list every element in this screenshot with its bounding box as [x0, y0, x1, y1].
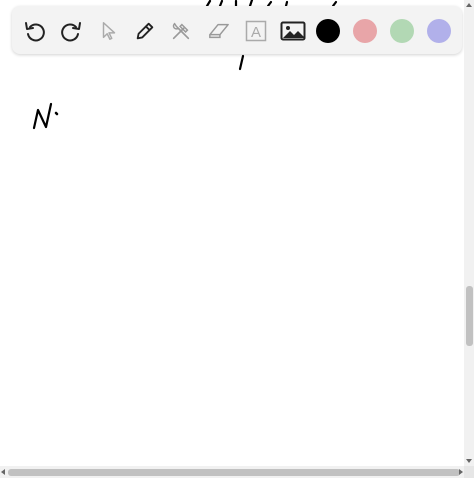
scroll-up-arrow-icon[interactable]: [466, 3, 472, 7]
scroll-right-arrow-icon[interactable]: [459, 469, 463, 475]
scroll-down-arrow-icon[interactable]: [466, 459, 472, 463]
color-blue-swatch[interactable]: [427, 19, 451, 43]
tools-button[interactable]: [168, 18, 194, 44]
horizontal-scrollbar[interactable]: [0, 466, 464, 478]
select-tool-button[interactable]: [96, 18, 122, 44]
tools-icon: [172, 22, 190, 40]
scrollbar-corner: [464, 466, 474, 478]
vertical-scroll-thumb[interactable]: [466, 286, 473, 346]
color-black-swatch[interactable]: [316, 19, 340, 43]
cursor-icon: [102, 22, 116, 40]
scroll-left-arrow-icon[interactable]: [1, 469, 5, 475]
horizontal-scroll-thumb[interactable]: [8, 469, 460, 476]
color-red-swatch[interactable]: [353, 19, 377, 43]
text-tool-button[interactable]: A: [243, 18, 269, 44]
drawing-toolbar: A: [12, 6, 462, 54]
pen-tool-button[interactable]: [132, 18, 158, 44]
redo-button[interactable]: [58, 18, 84, 44]
handwriting-strokes: [32, 0, 338, 130]
color-green-swatch[interactable]: [390, 19, 414, 43]
undo-button[interactable]: [22, 18, 48, 44]
pencil-icon: [136, 22, 154, 40]
image-icon: [280, 21, 306, 41]
eraser-icon: [209, 23, 229, 39]
vertical-scrollbar[interactable]: [464, 0, 474, 466]
svg-text:A: A: [251, 24, 261, 41]
eraser-tool-button[interactable]: [206, 18, 232, 44]
redo-icon: [61, 22, 81, 42]
drawing-canvas[interactable]: N·: [0, 0, 474, 478]
undo-icon: [25, 22, 45, 42]
text-box-icon: A: [245, 20, 267, 42]
image-tool-button[interactable]: [280, 18, 306, 44]
